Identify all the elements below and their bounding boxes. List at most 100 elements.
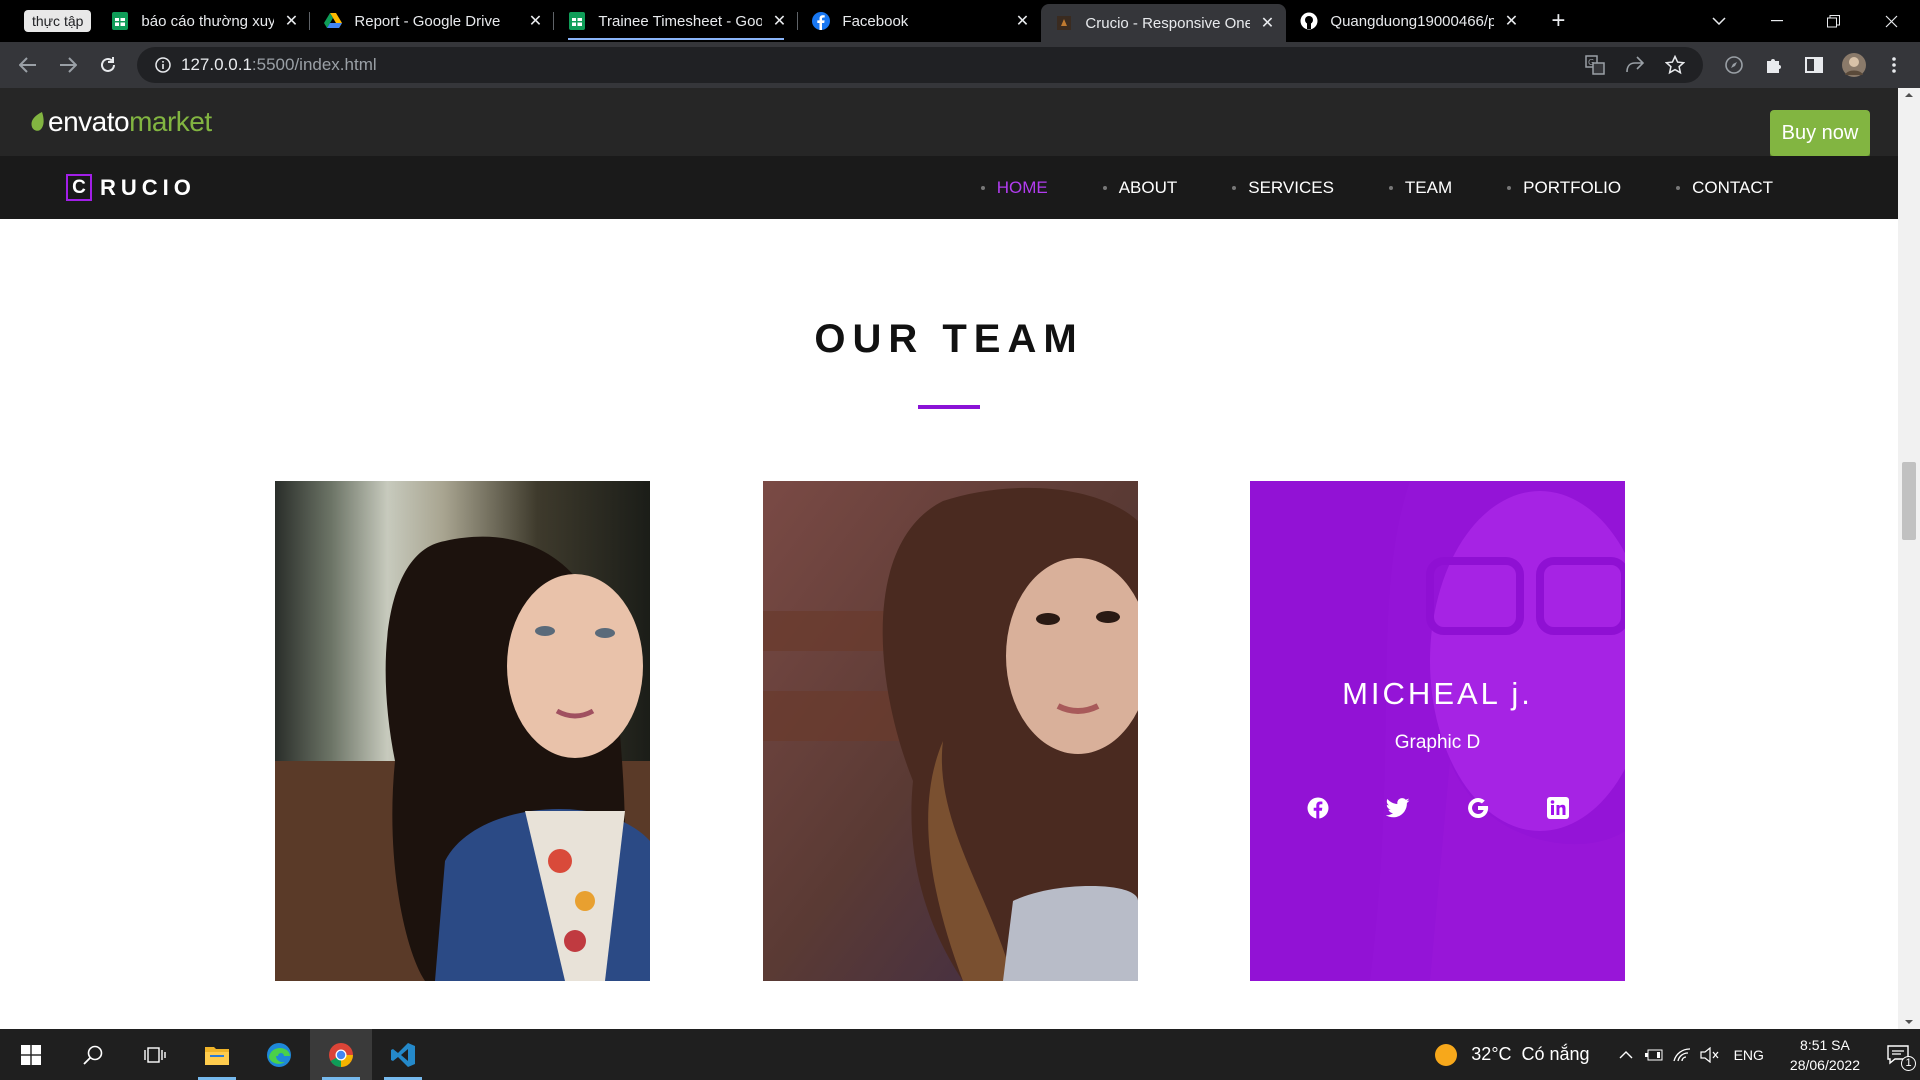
back-arrow-icon[interactable] xyxy=(8,47,48,83)
browser-tab-6[interactable]: Quangduong19000466/p ✕ xyxy=(1286,0,1530,42)
url-host: 127.0.0.1 xyxy=(181,55,252,74)
chevron-up-icon[interactable] xyxy=(1612,1050,1640,1059)
tab-loading-indicator xyxy=(568,38,785,40)
logo-envato-text: envato xyxy=(48,106,130,137)
speaker-muted-icon[interactable] xyxy=(1696,1046,1724,1063)
minimize-button[interactable] xyxy=(1752,0,1802,42)
tab-title: Crucio - Responsive One xyxy=(1085,14,1251,32)
side-panel-icon[interactable] xyxy=(1794,47,1834,83)
buy-now-button[interactable]: Buy now xyxy=(1770,110,1870,156)
site-info-icon[interactable] xyxy=(145,57,181,73)
bookmark-star-icon[interactable] xyxy=(1655,47,1695,83)
compass-extension-icon[interactable] xyxy=(1714,47,1754,83)
team-card-3[interactable]: MICHEAL j. Graphic D xyxy=(1250,481,1625,981)
tab-search-chevron-icon[interactable] xyxy=(1694,0,1744,42)
weather-temp: 32°C xyxy=(1471,1044,1512,1064)
crucio-logo[interactable]: C RUCIO xyxy=(66,174,196,201)
linkedin-icon[interactable] xyxy=(1546,796,1570,820)
browser-tab-2[interactable]: Report - Google Drive ✕ xyxy=(310,0,555,42)
heading-underline xyxy=(918,405,980,409)
team-section: OUR TEAM MICHEAL j. Graphic D xyxy=(0,219,1898,1029)
clock-time: 8:51 SA xyxy=(1800,1036,1850,1053)
scroll-up-arrow-icon[interactable] xyxy=(1898,90,1920,100)
extensions-puzzle-icon[interactable] xyxy=(1754,47,1794,83)
scroll-down-arrow-icon[interactable] xyxy=(1898,1017,1920,1027)
logo-letter-box: C xyxy=(66,174,92,201)
section-heading: OUR TEAM xyxy=(814,317,1084,361)
envato-market-logo[interactable]: envato market xyxy=(30,106,212,138)
weather-text: Có nắng xyxy=(1521,1044,1590,1064)
tab-title: Facebook xyxy=(842,12,909,30)
google-drive-icon xyxy=(324,12,343,30)
google-icon[interactable] xyxy=(1466,796,1490,820)
close-icon[interactable]: ✕ xyxy=(526,11,544,31)
file-explorer-icon[interactable] xyxy=(186,1029,248,1080)
sun-icon xyxy=(1435,1043,1458,1066)
close-icon[interactable]: ✕ xyxy=(1258,13,1276,33)
tab-group-chip[interactable]: thực tập xyxy=(24,10,92,32)
windows-taskbar: 32°C Có nắng ENG 8:51 SA 28/06/2022 1 xyxy=(0,1029,1920,1080)
crucio-favicon xyxy=(1055,14,1073,32)
reload-icon[interactable] xyxy=(88,47,128,83)
nav-home[interactable]: HOME xyxy=(981,178,1048,198)
facebook-icon xyxy=(812,12,831,30)
address-bar[interactable]: 127.0.0.1:5500/index.html G xyxy=(137,47,1703,83)
search-icon[interactable] xyxy=(62,1029,124,1080)
logo-market-text: market xyxy=(129,106,212,137)
browser-toolbar: 127.0.0.1:5500/index.html G xyxy=(0,42,1920,88)
nav-contact[interactable]: CONTACT xyxy=(1676,178,1773,198)
envato-leaf-icon xyxy=(31,112,44,131)
team-member-photo-1 xyxy=(275,481,650,981)
close-icon[interactable]: ✕ xyxy=(770,11,788,31)
nav-team[interactable]: TEAM xyxy=(1389,178,1452,198)
svg-text:G: G xyxy=(1588,58,1594,67)
team-card-2[interactable] xyxy=(763,481,1138,981)
browser-tab-3[interactable]: Trainee Timesheet - Goo ✕ xyxy=(554,0,799,42)
wifi-icon[interactable] xyxy=(1668,1047,1696,1063)
main-menu: HOME ABOUT SERVICES TEAM PORTFOLIO CONTA… xyxy=(926,156,1773,219)
browser-tab-4[interactable]: Facebook ✕ xyxy=(798,0,1041,42)
nav-about[interactable]: ABOUT xyxy=(1103,178,1178,198)
share-icon[interactable] xyxy=(1615,47,1655,83)
forward-arrow-icon[interactable] xyxy=(48,47,88,83)
close-icon[interactable]: ✕ xyxy=(1502,11,1520,31)
vscode-icon[interactable] xyxy=(372,1029,434,1080)
kebab-menu-icon[interactable] xyxy=(1874,47,1914,83)
member-hover-overlay: MICHEAL j. Graphic D xyxy=(1250,481,1625,981)
windows-start-icon[interactable] xyxy=(0,1029,62,1080)
close-icon[interactable]: ✕ xyxy=(282,11,300,31)
task-view-icon[interactable] xyxy=(124,1029,186,1080)
browser-tab-5-active[interactable]: Crucio - Responsive One ✕ xyxy=(1041,4,1287,42)
notification-count: 1 xyxy=(1901,1055,1916,1071)
close-icon[interactable]: ✕ xyxy=(1013,11,1031,31)
page-scrollbar[interactable] xyxy=(1898,88,1920,1029)
edge-browser-icon[interactable] xyxy=(248,1029,310,1080)
twitter-icon[interactable] xyxy=(1385,796,1410,820)
scrollbar-thumb[interactable] xyxy=(1902,462,1916,540)
language-indicator[interactable]: ENG xyxy=(1734,1047,1764,1063)
nav-portfolio[interactable]: PORTFOLIO xyxy=(1507,178,1621,198)
nav-services[interactable]: SERVICES xyxy=(1232,178,1334,198)
translate-icon[interactable]: G xyxy=(1575,47,1615,83)
new-tab-button[interactable]: + xyxy=(1544,7,1572,35)
omnibox-actions: G xyxy=(1575,47,1695,83)
battery-icon[interactable] xyxy=(1640,1049,1668,1061)
url-text: 127.0.0.1:5500/index.html xyxy=(181,55,377,75)
restore-button[interactable] xyxy=(1808,0,1858,42)
tab-title: Quangduong19000466/p xyxy=(1330,12,1495,30)
facebook-icon[interactable] xyxy=(1306,796,1330,820)
site-navbar: C RUCIO HOME ABOUT SERVICES TEAM PORTFOL… xyxy=(0,156,1898,219)
close-window-button[interactable] xyxy=(1866,0,1916,42)
profile-avatar[interactable] xyxy=(1834,47,1874,83)
browser-tab-1[interactable]: báo cáo thường xuyên th ✕ xyxy=(97,0,311,42)
team-card-1[interactable] xyxy=(275,481,650,981)
logo-text: RUCIO xyxy=(100,174,196,200)
github-icon xyxy=(1300,12,1318,30)
chrome-icon[interactable] xyxy=(310,1029,372,1080)
weather-widget[interactable]: 32°C Có nắng xyxy=(1435,1043,1590,1066)
clock-date: 28/06/2022 xyxy=(1789,1056,1860,1073)
tab-title: Report - Google Drive xyxy=(354,12,501,30)
clock[interactable]: 8:51 SA 28/06/2022 xyxy=(1790,1035,1860,1075)
google-sheets-icon xyxy=(111,12,129,30)
notification-icon[interactable]: 1 xyxy=(1876,1044,1920,1071)
